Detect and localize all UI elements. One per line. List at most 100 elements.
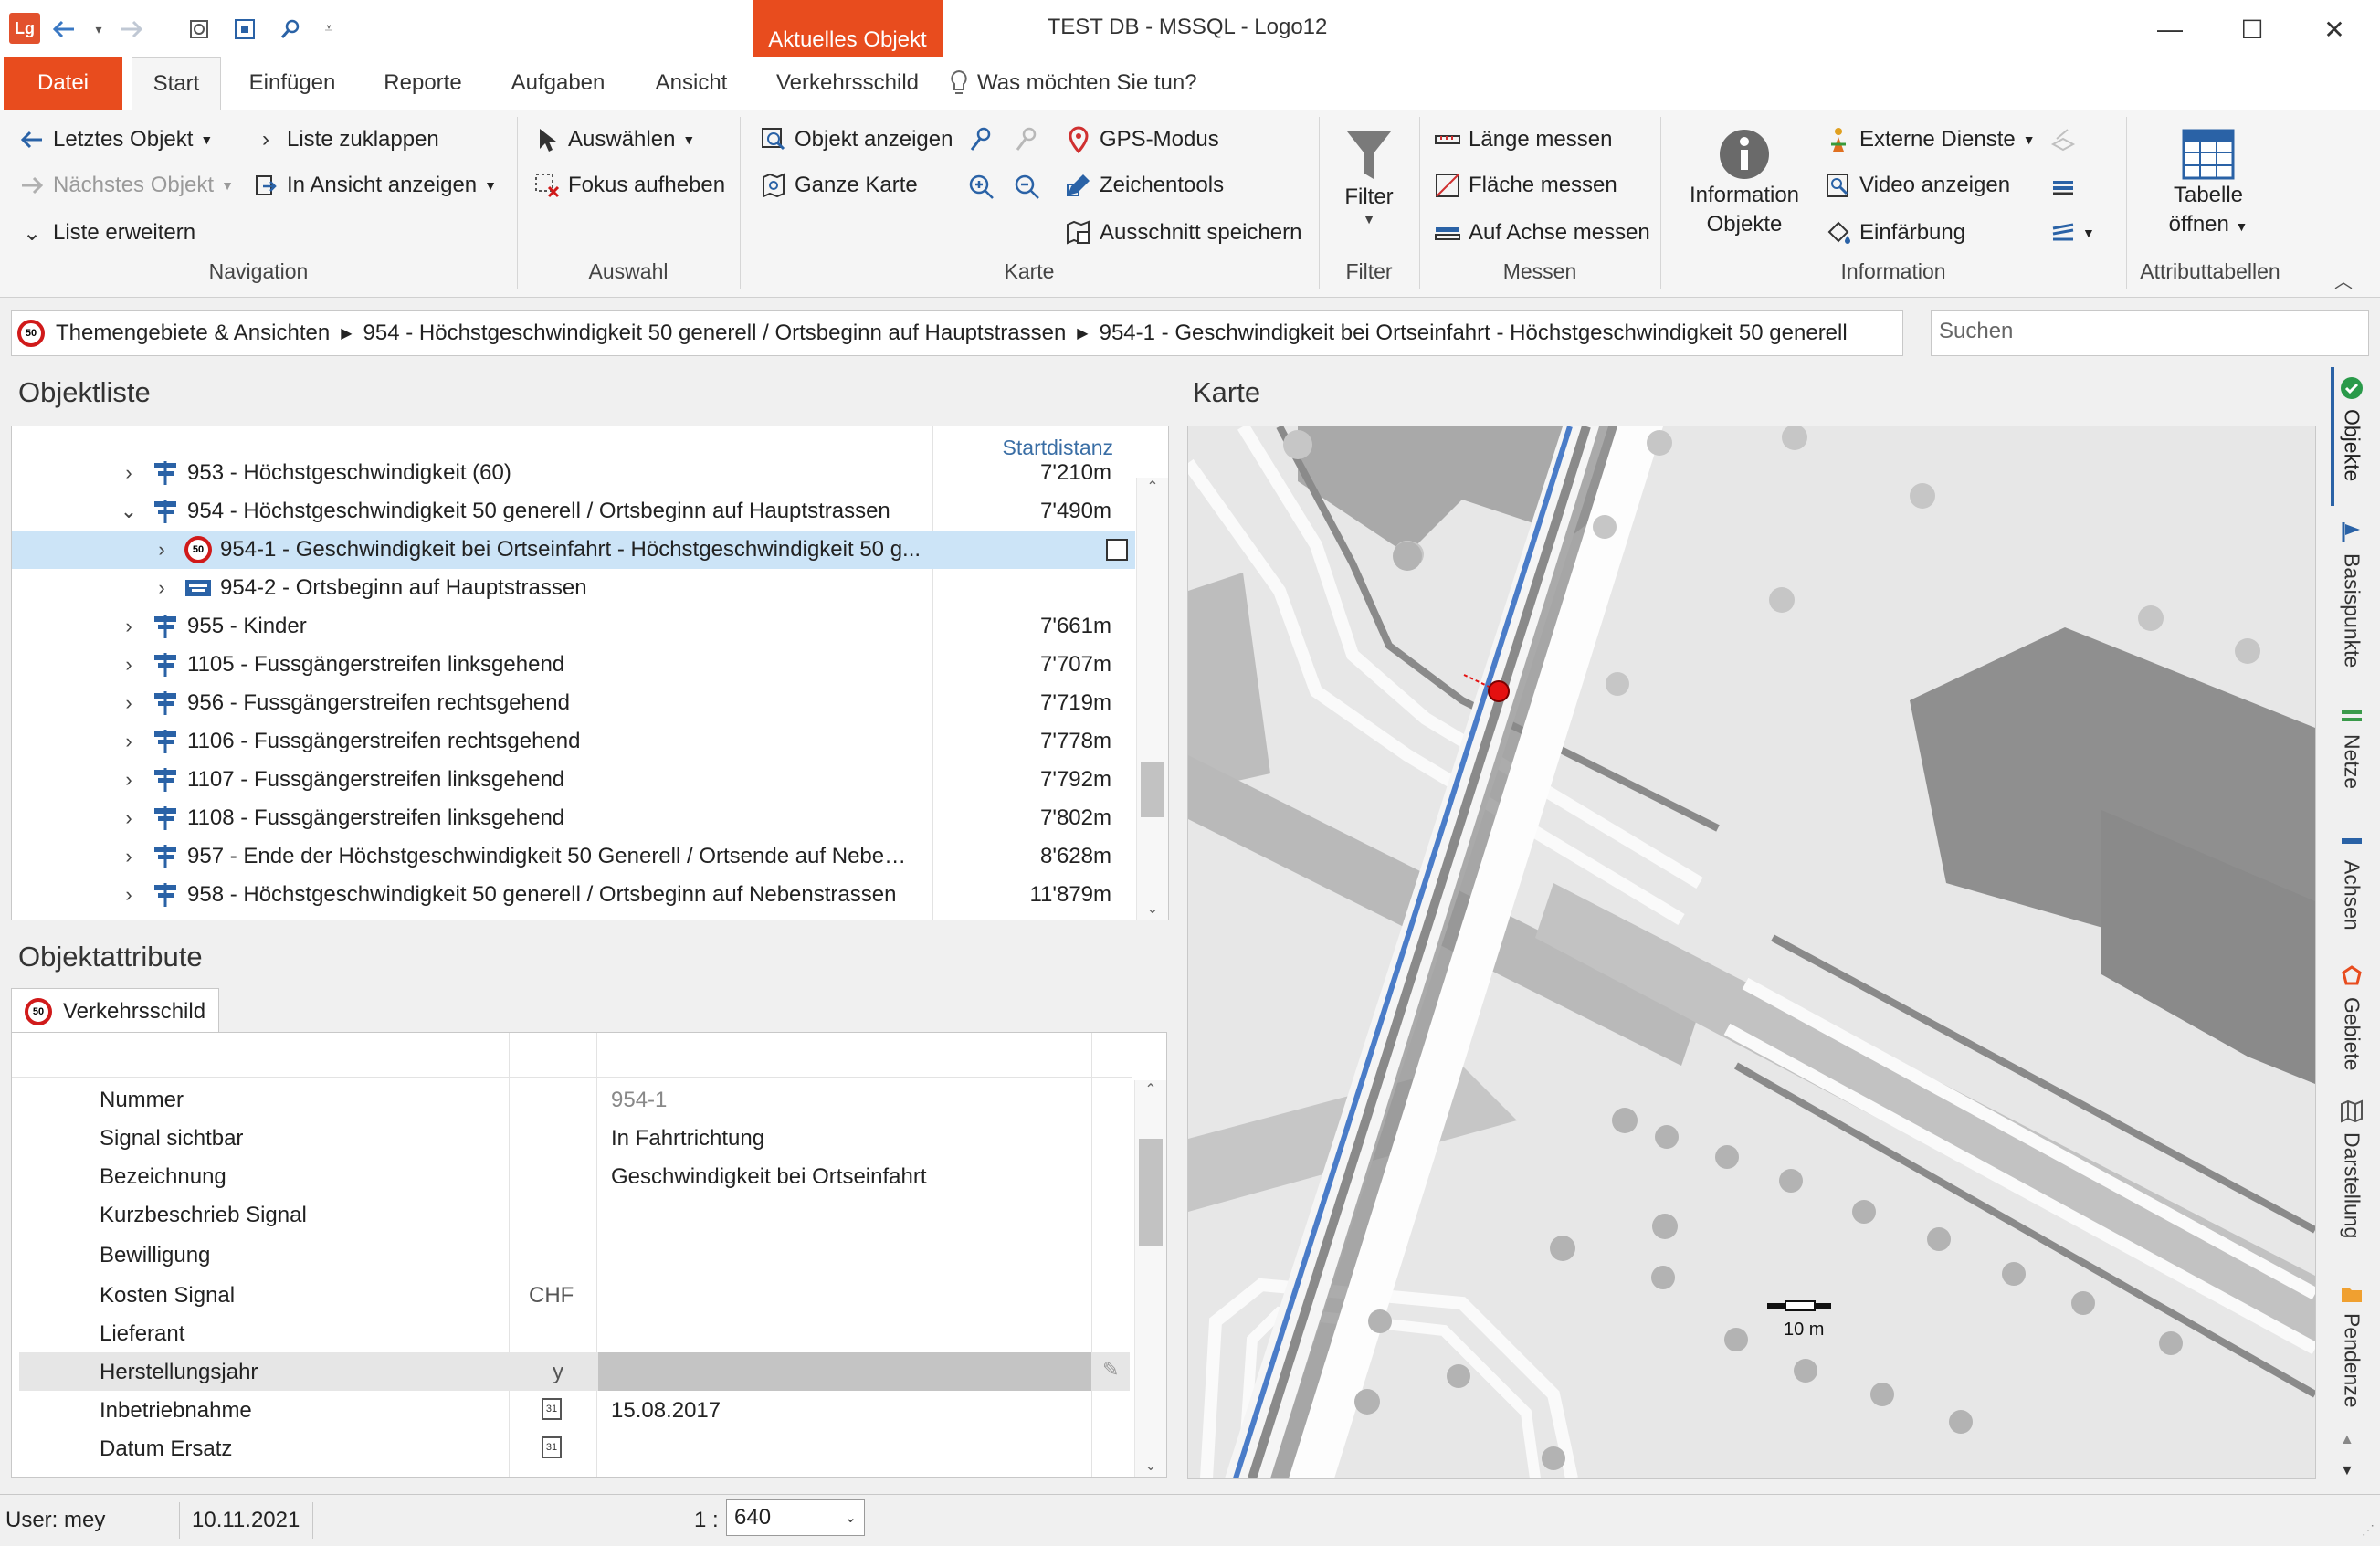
side-tab-darstellung[interactable]: Darstellung	[2329, 1099, 2375, 1238]
tab-aufgaben[interactable]: Aufgaben	[493, 57, 623, 110]
maximize-button[interactable]: ☐	[2216, 9, 2289, 49]
objekt-anzeigen-button[interactable]: Objekt anzeigen	[760, 126, 953, 153]
calendar-icon[interactable]: 31	[542, 1398, 562, 1420]
layers-icon[interactable]	[2049, 174, 2077, 201]
filter-button[interactable]: Filter ▼	[1328, 128, 1410, 252]
tabelle-oeffnen-button[interactable]: Tabelle öffnen ▼	[2137, 128, 2280, 256]
list-item-checkbox[interactable]	[1106, 539, 1128, 561]
chevron-right-icon[interactable]: ›	[118, 768, 140, 792]
list-item[interactable]: › 1106 - Fussgängerstreifen rechtsgehend…	[12, 722, 1135, 761]
attribute-row[interactable]: Lieferant	[19, 1314, 1130, 1352]
qat-dropdown-icon[interactable]: ▾	[86, 16, 111, 42]
tab-einfuegen[interactable]: Einfügen	[230, 57, 354, 110]
attribute-scrollbar[interactable]: ⌃ ⌄	[1134, 1080, 1166, 1477]
attribute-row[interactable]: Datum Ersatz 31	[19, 1429, 1130, 1467]
list-item[interactable]: › 1107 - Fussgängerstreifen linksgehend …	[12, 761, 1135, 799]
chevron-right-icon[interactable]: ›	[118, 461, 140, 485]
scroll-up-icon[interactable]: ⌃	[1135, 1080, 1166, 1099]
scale-dropdown[interactable]: 640 ⌄	[726, 1499, 865, 1536]
externe-dienste-button[interactable]: Externe Dienste ▼	[1825, 126, 2036, 153]
flaeche-messen-button[interactable]: Fläche messen	[1434, 172, 1617, 199]
calendar-icon[interactable]: 31	[542, 1436, 562, 1458]
attr-edit-field[interactable]	[598, 1352, 1091, 1391]
refresh-icon[interactable]	[186, 16, 212, 42]
list-item[interactable]: › 955 - Kinder 7'661m	[12, 607, 1135, 646]
einfaerbung-button[interactable]: Einfärbung	[1825, 219, 1965, 247]
customize-qat-icon[interactable]: ⩡	[316, 16, 342, 42]
map-canvas[interactable]	[1188, 426, 2315, 1478]
attr-value[interactable]: Geschwindigkeit bei Ortseinfahrt	[611, 1164, 927, 1190]
side-scroll-down-icon[interactable]: ▼	[2340, 1463, 2354, 1479]
list-item[interactable]: › 956 - Fussgängerstreifen rechtsgehend …	[12, 684, 1135, 722]
attr-value[interactable]: In Fahrtrichtung	[611, 1126, 764, 1152]
tab-ansicht[interactable]: Ansicht	[636, 57, 747, 110]
list-item[interactable]: › 954-2 - Ortsbeginn auf Hauptstrassen	[12, 569, 1135, 607]
laenge-messen-button[interactable]: Länge messen	[1434, 126, 1612, 153]
side-tab-netze[interactable]: Netze	[2329, 707, 2375, 789]
list-item[interactable]: › 958 - Höchstgeschwindigkeit 50 generel…	[12, 876, 1135, 914]
letztes-objekt-button[interactable]: Letztes Objekt ▼	[18, 126, 213, 153]
ausschnitt-speichern-button[interactable]: Ausschnitt speichern	[1065, 219, 1301, 247]
auswaehlen-button[interactable]: Auswählen ▼	[533, 126, 695, 153]
zoom-extent-icon[interactable]	[232, 16, 258, 42]
chevron-down-icon[interactable]: ⌄	[118, 500, 140, 523]
scrollbar-thumb[interactable]	[1139, 1139, 1163, 1246]
list-item[interactable]: ⌄ 954 - Höchstgeschwindigkeit 50 generel…	[12, 492, 1135, 531]
side-scroll-up-icon[interactable]: ▲	[2340, 1432, 2354, 1448]
list-item-selected[interactable]: › 50 954-1 - Geschwindigkeit bei Ortsein…	[12, 531, 1135, 569]
collapse-ribbon-icon[interactable]: ︿	[2334, 267, 2353, 293]
list-item[interactable]: › 957 - Ende der Höchstgeschwindigkeit 5…	[12, 837, 1135, 876]
zeichentools-button[interactable]: Zeichentools	[1065, 172, 1224, 199]
chevron-right-icon[interactable]: ›	[118, 653, 140, 677]
side-tab-gebiete[interactable]: Gebiete	[2329, 964, 2375, 1071]
gps-modus-button[interactable]: GPS-Modus	[1065, 126, 1219, 153]
close-button[interactable]: ✕	[2298, 9, 2371, 49]
information-objekte-button[interactable]: Information Objekte	[1677, 128, 1812, 256]
attribute-row[interactable]: Signal sichtbar In Fahrtrichtung	[19, 1119, 1130, 1157]
tab-verkehrsschild-attributes[interactable]: 50 Verkehrsschild	[11, 988, 219, 1034]
layer-disabled-icon[interactable]	[2049, 126, 2077, 153]
video-anzeigen-button[interactable]: Video anzeigen	[1825, 172, 2010, 199]
chevron-right-icon[interactable]: ›	[118, 883, 140, 907]
objektliste-scrollbar[interactable]: ⌃ ⌄	[1136, 478, 1168, 920]
chevron-right-icon[interactable]: ›	[151, 538, 173, 562]
attribute-row[interactable]: Bewilligung	[19, 1236, 1130, 1274]
breadcrumb-item[interactable]: Themengebiete & Ansichten	[56, 321, 330, 346]
chevron-right-icon[interactable]: ›	[118, 806, 140, 830]
attribute-row[interactable]: Bezeichnung Geschwindigkeit bei Ortseinf…	[19, 1157, 1130, 1195]
list-item[interactable]: › 1105 - Fussgängerstreifen linksgehend …	[12, 646, 1135, 684]
auf-achse-messen-button[interactable]: Auf Achse messen	[1434, 219, 1650, 247]
chevron-right-icon[interactable]: ›	[118, 845, 140, 868]
tell-me-search[interactable]: Was möchten Sie tun?	[950, 57, 1197, 110]
side-tab-pendenze[interactable]: Pendenze	[2329, 1284, 2375, 1408]
resize-grip-icon[interactable]: ⋰	[2362, 1522, 2375, 1538]
find-icon[interactable]	[278, 16, 303, 42]
naechstes-objekt-button[interactable]: Nächstes Objekt ▼	[18, 172, 234, 199]
forward-arrow-icon[interactable]	[119, 16, 144, 42]
tab-start[interactable]: Start	[132, 57, 221, 110]
liste-zuklappen-button[interactable]: › Liste zuklappen	[252, 126, 439, 153]
list-item[interactable]: › 953 - Höchstgeschwindigkeit (60) 7'210…	[12, 454, 1135, 492]
back-arrow-icon[interactable]	[51, 16, 77, 42]
in-ansicht-anzeigen-button[interactable]: In Ansicht anzeigen ▼	[252, 172, 497, 199]
context-tab-aktuelles-objekt[interactable]: Aktuelles Objekt	[753, 0, 943, 57]
tab-reporte[interactable]: Reporte	[365, 57, 480, 110]
pan-disabled-icon[interactable]	[1014, 126, 1041, 153]
ganze-karte-button[interactable]: Ganze Karte	[760, 172, 918, 199]
search-input[interactable]: Suchen	[1931, 310, 2369, 356]
pan-person-icon[interactable]	[968, 126, 995, 153]
side-tab-achsen[interactable]: Achsen	[2329, 833, 2375, 931]
attr-value[interactable]: 15.08.2017	[611, 1398, 721, 1424]
chevron-right-icon[interactable]: ›	[151, 576, 173, 600]
zoom-in-icon[interactable]	[968, 174, 995, 201]
chevron-right-icon[interactable]: ›	[118, 615, 140, 638]
layer-styles-dropdown[interactable]: ▼	[2049, 219, 2095, 247]
fokus-aufheben-button[interactable]: Fokus aufheben	[533, 172, 725, 199]
scroll-down-icon[interactable]: ⌄	[1135, 1457, 1166, 1475]
attribute-row[interactable]: Kurzbeschrieb Signal	[19, 1195, 1130, 1234]
chevron-right-icon[interactable]: ›	[118, 730, 140, 753]
side-tab-objekte[interactable]: Objekte	[2329, 376, 2375, 481]
liste-erweitern-button[interactable]: ⌄ Liste erweitern	[18, 219, 195, 247]
breadcrumb-item[interactable]: 954-1 - Geschwindigkeit bei Ortseinfahrt…	[1100, 321, 1848, 346]
pencil-icon[interactable]: ✎	[1102, 1358, 1119, 1382]
